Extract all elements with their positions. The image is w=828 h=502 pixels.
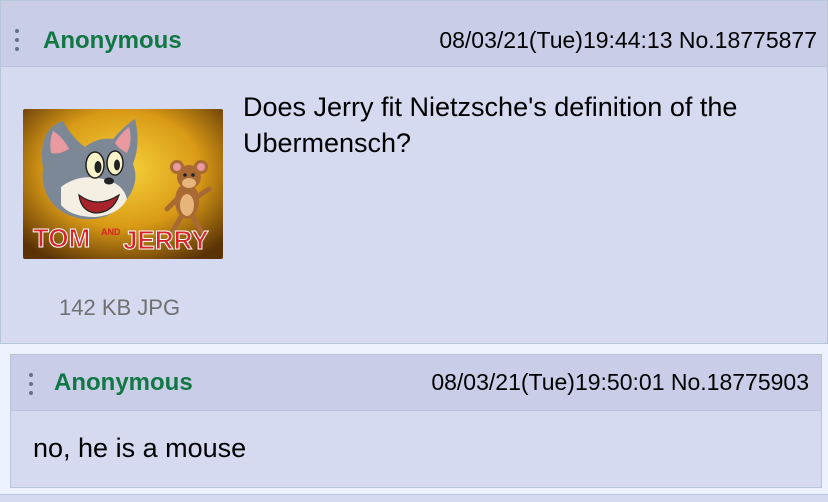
- reply-post: Anonymous 08/03/21(Tue)19:50:01 No.18775…: [10, 354, 822, 488]
- poster-name: Anonymous: [54, 369, 193, 396]
- file-info: 142 KB JPG: [59, 295, 181, 320]
- post-comment: Does Jerry fit Nietzsche's definition of…: [243, 92, 738, 158]
- svg-text:JERRY: JERRY: [123, 225, 209, 255]
- poster-name: Anonymous: [43, 27, 182, 54]
- post-menu-icon[interactable]: [29, 373, 34, 395]
- svg-text:AND: AND: [101, 227, 121, 237]
- post-header: Anonymous 08/03/21(Tue)19:50:01 No.18775…: [11, 355, 821, 411]
- next-post-edge: [0, 494, 828, 502]
- post-menu-icon[interactable]: [15, 29, 20, 51]
- post-image-thumbnail[interactable]: TOM AND JERRY: [23, 109, 223, 259]
- op-post: Anonymous 08/03/21(Tue)19:44:13 No.18775…: [0, 0, 828, 344]
- post-info[interactable]: 08/03/21(Tue)19:50:01 No.18775903: [431, 369, 809, 396]
- post-comment: no, he is a mouse: [33, 433, 247, 463]
- svg-text:TOM: TOM: [33, 223, 90, 253]
- post-header: Anonymous 08/03/21(Tue)19:44:13 No.18775…: [1, 1, 827, 67]
- post-info[interactable]: 08/03/21(Tue)19:44:13 No.18775877: [439, 27, 817, 54]
